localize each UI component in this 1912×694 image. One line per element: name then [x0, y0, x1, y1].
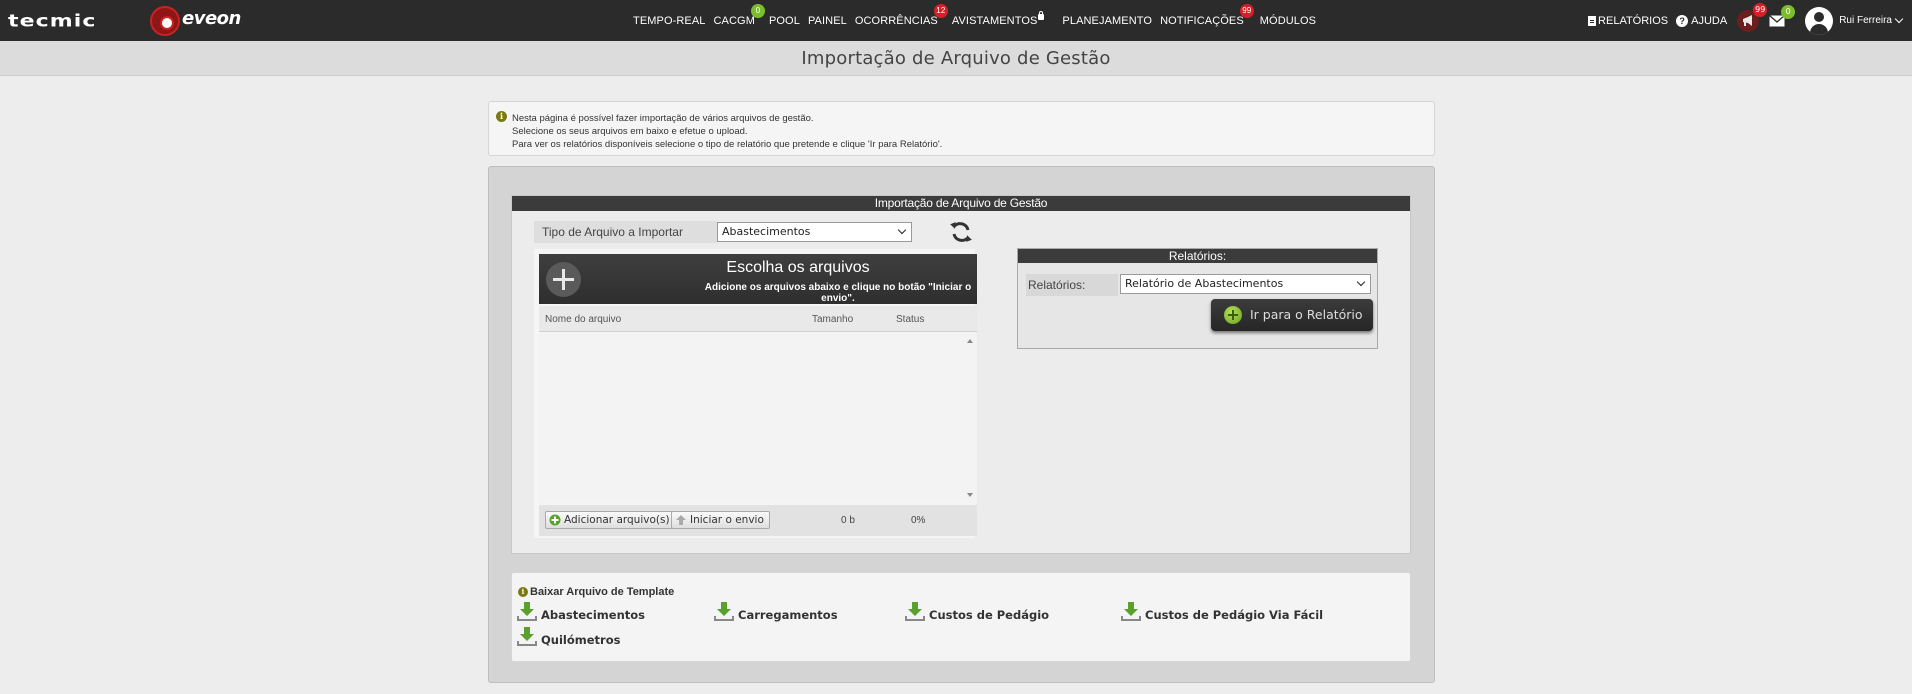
cacgm-count-badge: 0: [750, 3, 765, 18]
file-uploader: Escolha os arquivos Adicione os arquivos…: [534, 249, 977, 538]
info-box: i Nesta página é possível fazer importaç…: [488, 101, 1435, 156]
scroll-up-icon[interactable]: [967, 339, 973, 343]
nav-notificacoes[interactable]: NOTIFICAÇÕES 99: [1160, 3, 1254, 27]
chevron-down-icon: [897, 225, 907, 235]
nav-avistamentos[interactable]: AVISTAMENTOS: [952, 10, 1045, 27]
file-type-label: Tipo de Arquivo a Importar: [534, 221, 717, 243]
template-abastecimentos[interactable]: Abastecimentos: [517, 602, 645, 622]
main-nav: TEMPO-REAL CACGM 0 POOL PAINEL OCORRÊNCIA…: [633, 0, 1324, 41]
reports-select[interactable]: Relatório de Abastecimentos: [1120, 274, 1371, 294]
help-icon: ?: [1676, 14, 1689, 27]
upload-arrow-icon: [676, 515, 686, 525]
col-file-name: Nome do arquivo: [545, 314, 622, 325]
lock-icon: [1038, 10, 1045, 20]
chevron-down-icon: [1356, 277, 1366, 287]
upload-progress: 0%: [911, 515, 926, 526]
help-link[interactable]: ? AJUDA: [1676, 14, 1727, 27]
uploader-header: Escolha os arquivos Adicione os arquivos…: [539, 254, 977, 304]
template-carregamentos[interactable]: Carregamentos: [714, 602, 838, 622]
uploader-footer: Adicionar arquivo(s) Iniciar o envio 0 b…: [539, 505, 977, 536]
scroll-down-icon[interactable]: [967, 493, 973, 497]
info-line: Selecione os seus arquivos em baixo e ef…: [512, 126, 748, 137]
start-upload-button[interactable]: Iniciar o envio: [671, 511, 770, 529]
info-icon: i: [518, 587, 528, 597]
chevron-down-icon[interactable]: [1894, 14, 1904, 23]
alerts-count-badge: 99: [1753, 2, 1768, 17]
file-list-scrollbar[interactable]: [963, 333, 977, 503]
info-line: Para ver os relatórios disponíveis selec…: [512, 139, 943, 150]
file-list-header: Nome do arquivo Tamanho Status: [539, 306, 977, 332]
alerts-button[interactable]: 99: [1737, 2, 1768, 32]
reports-panel: Relatórios: Relatórios: Relatório de Aba…: [1017, 248, 1378, 349]
info-line: Nesta página é possível fazer importação…: [512, 113, 814, 124]
reports-link[interactable]: RELATÓRIOS: [1588, 15, 1668, 27]
notificacoes-count-badge: 99: [1239, 3, 1254, 18]
eveon-logo-text: eveon: [182, 8, 241, 29]
reports-label: Relatórios:: [1026, 274, 1118, 296]
col-size: Tamanho: [812, 314, 854, 325]
refresh-icon[interactable]: [949, 220, 973, 244]
import-panel-header: Importação de Arquivo de Gestão: [512, 196, 1410, 211]
template-download-section: i Baixar Arquivo de Template Abasteciment…: [511, 572, 1411, 662]
go-to-report-button[interactable]: Ir para o Relatório: [1211, 299, 1373, 331]
nav-planejamento[interactable]: PLANEJAMENTO: [1062, 15, 1152, 27]
template-section-title: i Baixar Arquivo de Template: [518, 586, 674, 598]
add-icon: [549, 514, 561, 526]
user-name[interactable]: Rui Ferreira: [1839, 15, 1892, 26]
nav-right: RELATÓRIOS ? AJUDA 99 0 Rui Ferreira: [1578, 0, 1904, 41]
megaphone-icon: [1743, 14, 1753, 26]
file-type-select[interactable]: Abastecimentos: [717, 222, 912, 242]
info-text: Nesta página é possível fazer importação…: [512, 112, 942, 151]
ocorrencias-count-badge: 12: [933, 3, 948, 18]
nav-modulos[interactable]: MÓDULOS: [1260, 15, 1316, 27]
col-status: Status: [896, 314, 925, 325]
user-avatar[interactable]: [1805, 6, 1834, 35]
import-panel: Importação de Arquivo de Gestão Tipo de …: [511, 195, 1411, 554]
uploader-subtitle: Adicione os arquivos abaixo e clique no …: [704, 282, 972, 304]
nav-cacgm[interactable]: CACGM 0: [714, 3, 765, 27]
download-icon: [714, 602, 734, 621]
template-custos-pedagio-via-facil[interactable]: Custos de Pedágio Via Fácil: [1121, 602, 1323, 622]
download-icon: [905, 602, 925, 621]
reports-panel-header: Relatórios:: [1018, 249, 1377, 263]
mail-count-badge: 0: [1781, 4, 1796, 19]
download-icon: [517, 627, 537, 646]
document-icon: [1588, 15, 1597, 26]
uploader-title: Escolha os arquivos: [726, 259, 870, 276]
mail-button[interactable]: 0: [1769, 4, 1796, 30]
info-icon: i: [496, 111, 507, 122]
template-custos-pedagio[interactable]: Custos de Pedágio: [905, 602, 1049, 622]
add-files-button[interactable]: Adicionar arquivo(s): [545, 511, 676, 529]
page-title: Importação de Arquivo de Gestão: [801, 48, 1111, 69]
eveon-eye-icon: [150, 6, 180, 36]
tecmic-logo[interactable]: tecmic: [8, 9, 138, 31]
download-icon: [517, 602, 537, 621]
main-panel: Importação de Arquivo de Gestão Tipo de …: [488, 166, 1435, 683]
svg-text:tecmic: tecmic: [8, 11, 96, 31]
total-size: 0 b: [841, 515, 855, 526]
file-list[interactable]: [539, 333, 977, 503]
nav-pool[interactable]: POOL: [769, 15, 800, 27]
download-icon: [1121, 602, 1141, 621]
nav-painel[interactable]: PAINEL: [808, 15, 847, 27]
page-title-bar: Importação de Arquivo de Gestão: [0, 41, 1912, 76]
top-navbar: tecmic eveon TEMPO-REAL CACGM 0 POOL PAIN…: [0, 0, 1912, 41]
plus-green-icon: [1224, 306, 1242, 324]
nav-tempo-real[interactable]: TEMPO-REAL: [633, 15, 706, 27]
nav-ocorrencias[interactable]: OCORRÊNCIAS 12: [855, 3, 948, 27]
template-quilometros[interactable]: Quilómetros: [517, 627, 620, 647]
